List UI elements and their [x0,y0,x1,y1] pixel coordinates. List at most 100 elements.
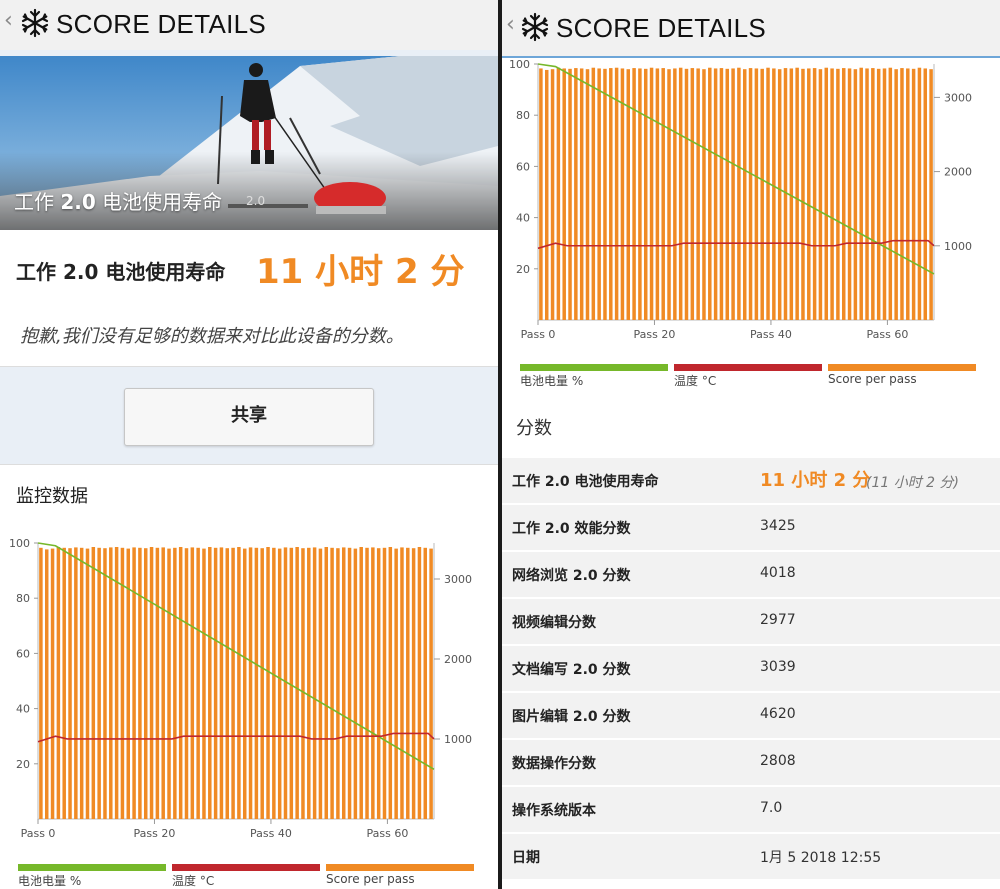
score-row: 图片编辑 2.0 分数 4620 [502,691,1000,738]
score-bar [50,548,55,819]
result-score: 11 小时 2 分 [256,252,465,292]
y-right-tick-label: 1000 [444,733,472,746]
score-bar [149,547,154,819]
score-bar [906,68,910,320]
score-bar [371,547,375,819]
score-bar [597,68,601,320]
score-bar [556,67,561,321]
score-bar [754,68,759,320]
score-value: 3425 [760,518,796,534]
monitor-chart-panel: 20 40 60 80 100 1000 2000 3000 Pass 0 Pass 20 Pass… [502,58,1000,396]
score-bar [237,547,241,819]
monitor-chart: 20 40 60 80 100 1000 2000 3000 Pass 0 Pass 20 Pass… [9,537,472,840]
score-bar [900,68,904,320]
score-bar [213,547,218,819]
score-bar [690,68,695,320]
score-bar [841,68,846,320]
score-bar [120,547,125,819]
snowflake-icon [520,12,550,46]
y-left-tick-label: 100 [9,537,30,550]
score-bar [114,547,119,819]
score-bar [777,69,782,320]
score-bar [562,68,566,320]
score-bar [272,547,276,819]
score-bar [202,548,206,819]
score-value: 11 小时 2 分 [760,470,871,491]
score-row: 数据操作分数 2808 [502,738,1000,785]
y-right-tick-label: 3000 [944,91,972,104]
score-bar [702,69,706,320]
score-value: 4018 [760,565,796,581]
score-label: 工作 2.0 电池使用寿命 [512,474,659,490]
score-bar [406,547,410,819]
x-tick-label: Pass 0 [21,827,56,840]
score-bar [196,547,200,819]
score-label: 数据操作分数 [512,756,596,772]
score-bar [661,68,665,320]
score-bar [260,548,264,819]
score-bar [807,68,811,320]
legend-battery: 电池电量 % [18,864,166,889]
score-bar [550,69,555,320]
score-subvalue: (11 小时 2 分) [866,475,959,491]
y-left-tick-label: 40 [16,703,30,716]
monitor-chart-panel: 20 40 60 80 100 1000 2000 3000 Pass 0 Pass 20 Pass… [0,521,498,889]
score-bar [254,547,259,819]
score-label: 操作系统版本 [512,803,596,819]
score-bar [917,67,922,321]
score-bar [795,67,799,321]
score-bar [173,547,177,819]
top-bar: ‹ SCORE DETAILS [502,0,1000,58]
share-button[interactable]: 共享 [124,388,374,446]
score-bar [742,69,747,320]
x-tick-label: Pass 0 [521,328,556,341]
score-bar [748,68,753,320]
score-bar [824,67,829,321]
back-chevron-icon[interactable]: ‹ [4,8,13,33]
back-chevron-icon[interactable]: ‹ [506,12,515,37]
score-bar [109,547,113,819]
score-bar [725,68,730,320]
legend-score: Score per pass [828,364,976,386]
y-left-tick-label: 20 [516,263,530,276]
score-label: 工作 2.0 效能分数 [512,521,631,537]
page-title: SCORE DETAILS [56,9,267,39]
score-bar [655,68,660,320]
monitor-section-title: 监控数据 [16,486,88,507]
score-bar [801,68,805,320]
score-bar [312,547,317,819]
score-value: 2808 [760,753,796,769]
score-bar [568,68,572,320]
monitor-chart: 20 40 60 80 100 1000 2000 3000 Pass 0 Pass 20 Pass… [509,58,972,341]
score-bar [830,68,834,320]
score-bar [97,547,101,819]
score-bar [167,548,171,819]
score-bar [772,68,776,320]
y-right-tick-label: 1000 [944,240,972,253]
y-left-tick-label: 40 [516,212,530,225]
score-label: 网络浏览 2.0 分数 [512,568,631,584]
y-left-tick-label: 20 [16,758,30,771]
score-label: 图片编辑 2.0 分数 [512,709,631,725]
score-bar [929,69,933,320]
left-screen: ‹ SCORE DETAILS 工作 2.0 电池使用寿命 2.0 工作 2.0… [0,0,498,889]
y-left-tick-label: 60 [516,160,530,173]
score-bar [143,548,148,819]
score-bar [336,548,340,819]
score-bar [684,68,689,320]
score-bar [859,67,863,321]
score-bar [708,67,712,321]
hero-caption: 工作 2.0 电池使用寿命 [14,190,223,214]
score-row: 工作 2.0 电池使用寿命 11 小时 2 分 (11 小时 2 分) [502,456,1000,503]
score-bar [44,549,49,819]
score-bar [818,69,823,320]
score-bar [847,68,852,320]
score-bar [719,68,724,320]
score-bar [68,548,72,819]
score-label: 文档编写 2.0 分数 [512,662,631,678]
score-bar [923,68,928,320]
score-bar [766,67,770,321]
score-bar [585,69,590,320]
snowflake-icon [20,8,50,42]
score-value: 3039 [760,659,796,675]
